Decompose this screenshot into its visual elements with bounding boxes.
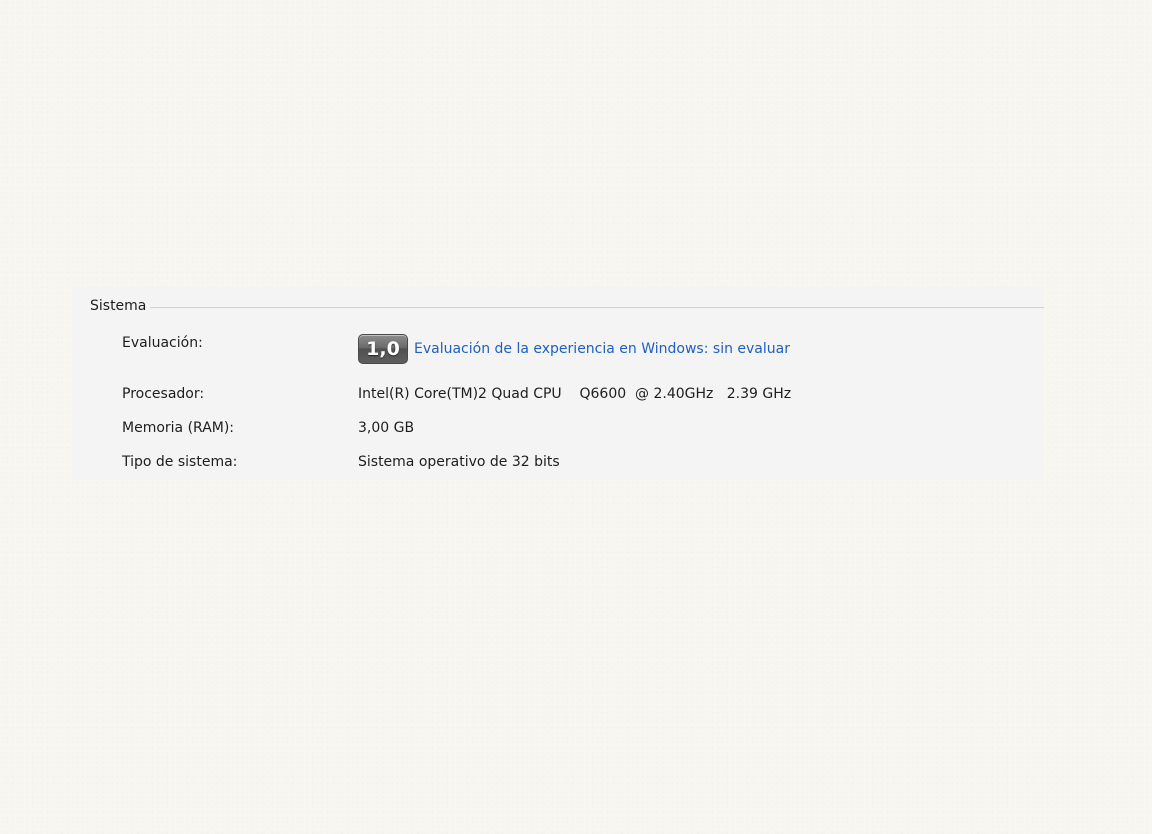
rating-value: 1,0 Evaluación de la experiencia en Wind… bbox=[358, 334, 790, 364]
system-type-label: Tipo de sistema: bbox=[122, 454, 238, 470]
memory-value: 3,00 GB bbox=[358, 420, 415, 436]
system-type-row: Tipo de sistema: Sistema operativo de 32… bbox=[122, 450, 560, 474]
processor-value: Intel(R) Core(TM)2 Quad CPU Q6600 @ 2.40… bbox=[358, 386, 792, 402]
memory-row: Memoria (RAM): 3,00 GB bbox=[122, 416, 414, 440]
experience-index-link[interactable]: Evaluación de la experiencia en Windows:… bbox=[414, 341, 790, 357]
rating-row: Evaluación: 1,0 Evaluación de la experie… bbox=[122, 333, 790, 365]
memory-label: Memoria (RAM): bbox=[122, 420, 235, 436]
system-section: Sistema Evaluación: 1,0 Evaluación de la… bbox=[72, 287, 1044, 480]
processor-label: Procesador: bbox=[122, 386, 205, 402]
section-header: Sistema bbox=[90, 294, 1044, 318]
processor-row: Procesador: Intel(R) Core(TM)2 Quad CPU … bbox=[122, 382, 791, 406]
section-title: Sistema bbox=[90, 298, 147, 314]
system-type-value: Sistema operativo de 32 bits bbox=[358, 454, 560, 470]
section-divider bbox=[150, 306, 1044, 308]
experience-score-badge-icon[interactable]: 1,0 bbox=[358, 334, 408, 364]
rating-label: Evaluación: bbox=[122, 335, 203, 351]
